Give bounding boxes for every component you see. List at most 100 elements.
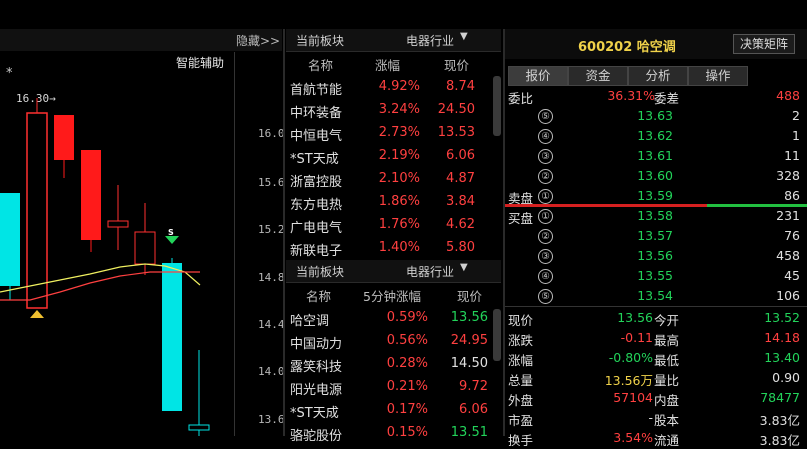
stock-name: 哈空调: [290, 314, 330, 329]
table-row[interactable]: 露笑科技 0.28% 14.50: [286, 353, 491, 376]
tab-quote[interactable]: 报价: [508, 66, 568, 86]
stat-value: 57104: [613, 390, 653, 405]
stat-value: 13.56万: [604, 373, 653, 388]
chevron-down-icon[interactable]: ▼: [460, 31, 468, 42]
bid-price: 13.55: [637, 268, 673, 283]
stat-value: 13.52: [764, 310, 800, 325]
sector-panel-2-title: 当前板块: [296, 265, 345, 279]
bid-row[interactable]: ④ 13.55 45: [505, 266, 807, 286]
buy-label: 买盘: [508, 211, 534, 226]
stock-price: 9.72: [459, 379, 488, 394]
sell-arrow: [165, 236, 179, 244]
ask-row[interactable]: ③ 13.61 11: [505, 146, 807, 166]
stat-value: 13.40: [764, 350, 800, 365]
stat-row: 换手 3.54% 流通 3.83亿: [505, 428, 807, 448]
sell-signal-label: S: [168, 228, 174, 237]
sector-panel-1-select[interactable]: 电器行业: [406, 32, 454, 49]
ask-row[interactable]: ⑤ 13.63 2: [505, 106, 807, 126]
stat-label: 股本: [654, 413, 680, 428]
stat-value: 0.90: [772, 370, 800, 385]
ask-price: 13.62: [637, 128, 673, 143]
decision-matrix-button[interactable]: 决策矩阵: [733, 34, 795, 54]
ask-row[interactable]: ④ 13.62 1: [505, 126, 807, 146]
table-row[interactable]: 骆驼股份 0.15% 13.51: [286, 422, 491, 445]
tab-analysis[interactable]: 分析: [628, 66, 688, 86]
sector-panel-2-select[interactable]: 电器行业: [406, 263, 454, 280]
table-row[interactable]: 阳光电源 0.21% 9.72: [286, 376, 491, 399]
bid-row[interactable]: ⑤ 13.54 106: [505, 286, 807, 306]
stat-label: 内盘: [654, 393, 680, 408]
table-row[interactable]: 中环装备 3.24% 24.50: [286, 99, 491, 122]
bid-level: ②: [538, 229, 553, 244]
section-divider: [505, 306, 807, 307]
table-row[interactable]: 中恒电气 2.73% 13.53: [286, 122, 491, 145]
ask-row[interactable]: 卖盘 ① 13.59 86: [505, 186, 807, 206]
ask-row[interactable]: ② 13.60 328: [505, 166, 807, 186]
stat-value: 3.54%: [613, 430, 653, 445]
sector-panel-2-scrollbar[interactable]: [493, 309, 501, 361]
stock-name: 东方电热: [290, 198, 343, 213]
stock-price: 13.53: [437, 125, 475, 140]
stat-label: 量比: [654, 373, 680, 388]
col-header-name[interactable]: 名称: [306, 286, 331, 305]
table-row[interactable]: 浙富控股 2.10% 4.87: [286, 168, 491, 191]
stock-change: 1.40%: [378, 240, 420, 255]
stat-row: 涨幅 -0.80% 最低 13.40: [505, 348, 807, 368]
stat-label: 最高: [654, 333, 680, 348]
tab-funds[interactable]: 资金: [568, 66, 628, 86]
price-tick: 14.4: [258, 318, 285, 331]
table-row[interactable]: 东方电热 1.86% 3.84: [286, 191, 491, 214]
stock-name: 新联电子: [290, 244, 343, 259]
sector-panel-1-scrollbar[interactable]: [493, 76, 501, 136]
ask-level: ①: [538, 189, 553, 204]
stat-row: 总量 13.56万 量比 0.90: [505, 368, 807, 388]
bid-price: 13.58: [637, 208, 673, 223]
table-row[interactable]: 中国动力 0.56% 24.95: [286, 330, 491, 353]
ask-price: 13.60: [637, 168, 673, 183]
kline-chart[interactable]: 隐藏>> 智能辅助 * 16.30→ S B 16.0 15.6 15.2 14…: [0, 0, 285, 436]
stock-price: 5.80: [446, 240, 475, 255]
tab-operation[interactable]: 操作: [688, 66, 748, 86]
sector-panel-2-header: 当前板块 电器行业 ▼: [286, 260, 501, 283]
bid-row[interactable]: ② 13.57 76: [505, 226, 807, 246]
table-row[interactable]: *ST天成 2.19% 6.06: [286, 145, 491, 168]
stock-name: 首航节能: [290, 83, 343, 98]
stock-code-name: 600202 哈空调: [578, 40, 676, 55]
stock-name: 中环装备: [290, 106, 343, 121]
stock-price: 6.06: [459, 402, 488, 417]
ask-level: ②: [538, 169, 553, 184]
ask-level: ④: [538, 129, 553, 144]
ask-level: ③: [538, 149, 553, 164]
bid-row[interactable]: 买盘 ① 13.58 231: [505, 206, 807, 226]
stat-row: 涨跌 -0.11 最高 14.18: [505, 328, 807, 348]
stock-change: 1.86%: [378, 194, 420, 209]
col-header-5min-change[interactable]: 5分钟涨幅: [363, 286, 421, 305]
table-row[interactable]: 广电电气 1.76% 4.62: [286, 214, 491, 237]
table-row[interactable]: 哈空调 0.59% 13.56: [286, 307, 491, 330]
stock-5min-change: 0.15%: [386, 425, 428, 440]
col-header-price[interactable]: 现价: [457, 286, 482, 305]
col-header-change[interactable]: 涨幅: [375, 55, 400, 74]
bid-level: ①: [538, 209, 553, 224]
table-row[interactable]: 新联电子 1.40% 5.80: [286, 237, 491, 260]
bid-level: ③: [538, 249, 553, 264]
stock-price: 4.87: [446, 171, 475, 186]
bid-row[interactable]: ③ 13.56 458: [505, 246, 807, 266]
ask-price: 13.59: [637, 188, 673, 203]
chevron-down-icon[interactable]: ▼: [460, 262, 468, 273]
stat-label: 流通: [654, 433, 680, 448]
stock-price: 13.51: [450, 425, 488, 440]
stock-name: 中国动力: [290, 337, 343, 352]
stat-label: 现价: [508, 313, 534, 328]
stock-5min-change: 0.56%: [386, 333, 428, 348]
stock-5min-change: 0.59%: [386, 310, 428, 325]
price-tick: 15.2: [258, 223, 285, 236]
stock-name: 浙富控股: [290, 175, 343, 190]
stock-price: 24.50: [437, 102, 475, 117]
stat-value: 3.83亿: [759, 433, 800, 448]
bid-volume: 76: [784, 228, 800, 243]
table-row[interactable]: 首航节能 4.92% 8.74: [286, 76, 491, 99]
col-header-name[interactable]: 名称: [308, 55, 333, 74]
table-row[interactable]: *ST天成 0.17% 6.06: [286, 399, 491, 422]
col-header-price[interactable]: 现价: [444, 55, 469, 74]
